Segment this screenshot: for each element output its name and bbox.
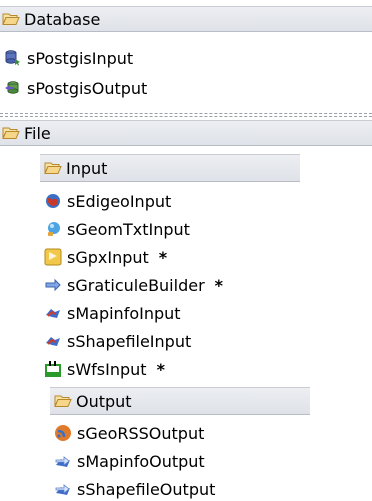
folder-open-icon [2, 127, 20, 139]
file-header[interactable]: File [0, 120, 372, 146]
input-item[interactable]: sMapinfoInput [44, 299, 181, 327]
rss-globe-icon [55, 425, 71, 441]
output-item[interactable]: sShapefileOutput [54, 475, 215, 501]
output-item[interactable]: sMapinfoOutput [54, 447, 205, 475]
folder-open-icon [54, 395, 72, 407]
item-label: sGraticuleBuilder [67, 275, 205, 295]
input-item[interactable]: sGraticuleBuilder * [44, 271, 223, 299]
bulb-icon [48, 222, 60, 236]
database-header-label: Database [24, 9, 101, 29]
map-icon [46, 309, 60, 318]
output-item[interactable]: sGeoRSSOutput [54, 419, 204, 447]
input-item[interactable]: sGpxInput * [44, 243, 167, 271]
item-label: sGeoRSSOutput [77, 423, 205, 443]
output-header-label: Output [76, 391, 132, 411]
gpx-icon [44, 248, 62, 266]
item-label: sPostgisOutput [27, 78, 148, 98]
input-item[interactable]: sWfsInput * [44, 355, 165, 383]
wfs-icon [45, 361, 61, 377]
experimental-star: * [158, 247, 168, 267]
database-item[interactable]: sPostgisInput [4, 44, 133, 72]
item-label: sPostgisInput [27, 48, 134, 68]
file-header-label: File [24, 123, 51, 143]
experimental-star: * [214, 275, 224, 295]
input-item[interactable]: sGeomTxtInput [44, 215, 190, 243]
item-label: sMapinfoInput [67, 303, 181, 323]
item-label: sShapefileOutput [77, 479, 216, 499]
input-item[interactable]: sEdigeoInput [44, 187, 171, 215]
map-arrow-icon [55, 484, 70, 495]
output-header[interactable]: Output [50, 387, 310, 415]
section-divider [0, 113, 372, 117]
item-label: sEdigeoInput [67, 191, 172, 211]
globe-icon [46, 194, 60, 208]
item-label: sGeomTxtInput [67, 219, 190, 239]
folder-open-icon [44, 162, 62, 174]
database-header[interactable]: Database [0, 6, 372, 32]
database-icon [5, 81, 19, 94]
map-arrow-icon [55, 456, 70, 467]
item-label: sShapefileInput [67, 331, 192, 351]
item-label: sGpxInput [67, 247, 149, 267]
database-icon [5, 50, 20, 66]
input-header-label: Input [66, 158, 108, 178]
map-icon [46, 337, 60, 346]
folder-open-icon [2, 13, 20, 25]
item-label: sMapinfoOutput [77, 451, 205, 471]
database-item[interactable]: sPostgisOutput [4, 74, 147, 102]
arrow-icon [45, 278, 61, 292]
tree-indent-strip [0, 147, 38, 501]
experimental-star: * [156, 359, 165, 379]
input-header[interactable]: Input [40, 154, 300, 182]
item-label: sWfsInput [67, 359, 147, 379]
input-item[interactable]: sShapefileInput [44, 327, 191, 355]
